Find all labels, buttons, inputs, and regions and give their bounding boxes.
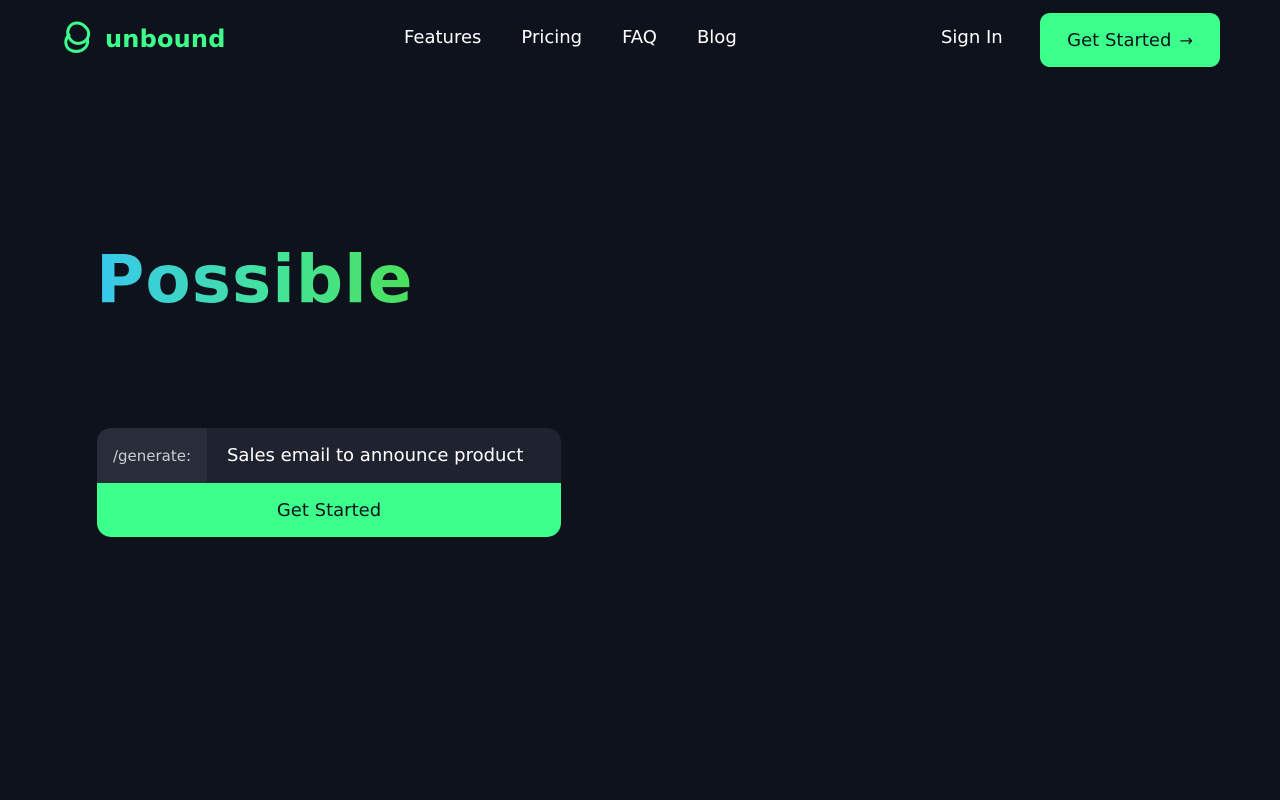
brand-logo[interactable]: unbound — [61, 20, 226, 58]
top-navigation: unbound Features Pricing FAQ Blog Sign I… — [0, 0, 1280, 80]
nav-links: Features Pricing FAQ Blog — [404, 27, 737, 48]
interlocking-rings-logo-icon — [61, 20, 93, 58]
get-started-label: Get Started — [1067, 29, 1172, 51]
get-started-button[interactable]: Get Started → — [1040, 13, 1220, 67]
hero-title: Possible — [96, 238, 414, 322]
generate-row: /generate: — [97, 428, 561, 483]
brand-name: unbound — [105, 25, 226, 53]
sign-in-link[interactable]: Sign In — [941, 27, 1003, 48]
generate-prefix-label: /generate: — [97, 428, 207, 483]
generate-prompt-input[interactable] — [207, 428, 561, 483]
nav-link-features[interactable]: Features — [404, 27, 481, 48]
arrow-right-icon: → — [1179, 30, 1193, 50]
nav-link-blog[interactable]: Blog — [697, 27, 737, 48]
nav-link-faq[interactable]: FAQ — [622, 27, 657, 48]
nav-link-pricing[interactable]: Pricing — [521, 27, 582, 48]
generate-form: /generate: Get Started — [97, 428, 561, 537]
generate-get-started-button[interactable]: Get Started — [97, 483, 561, 537]
